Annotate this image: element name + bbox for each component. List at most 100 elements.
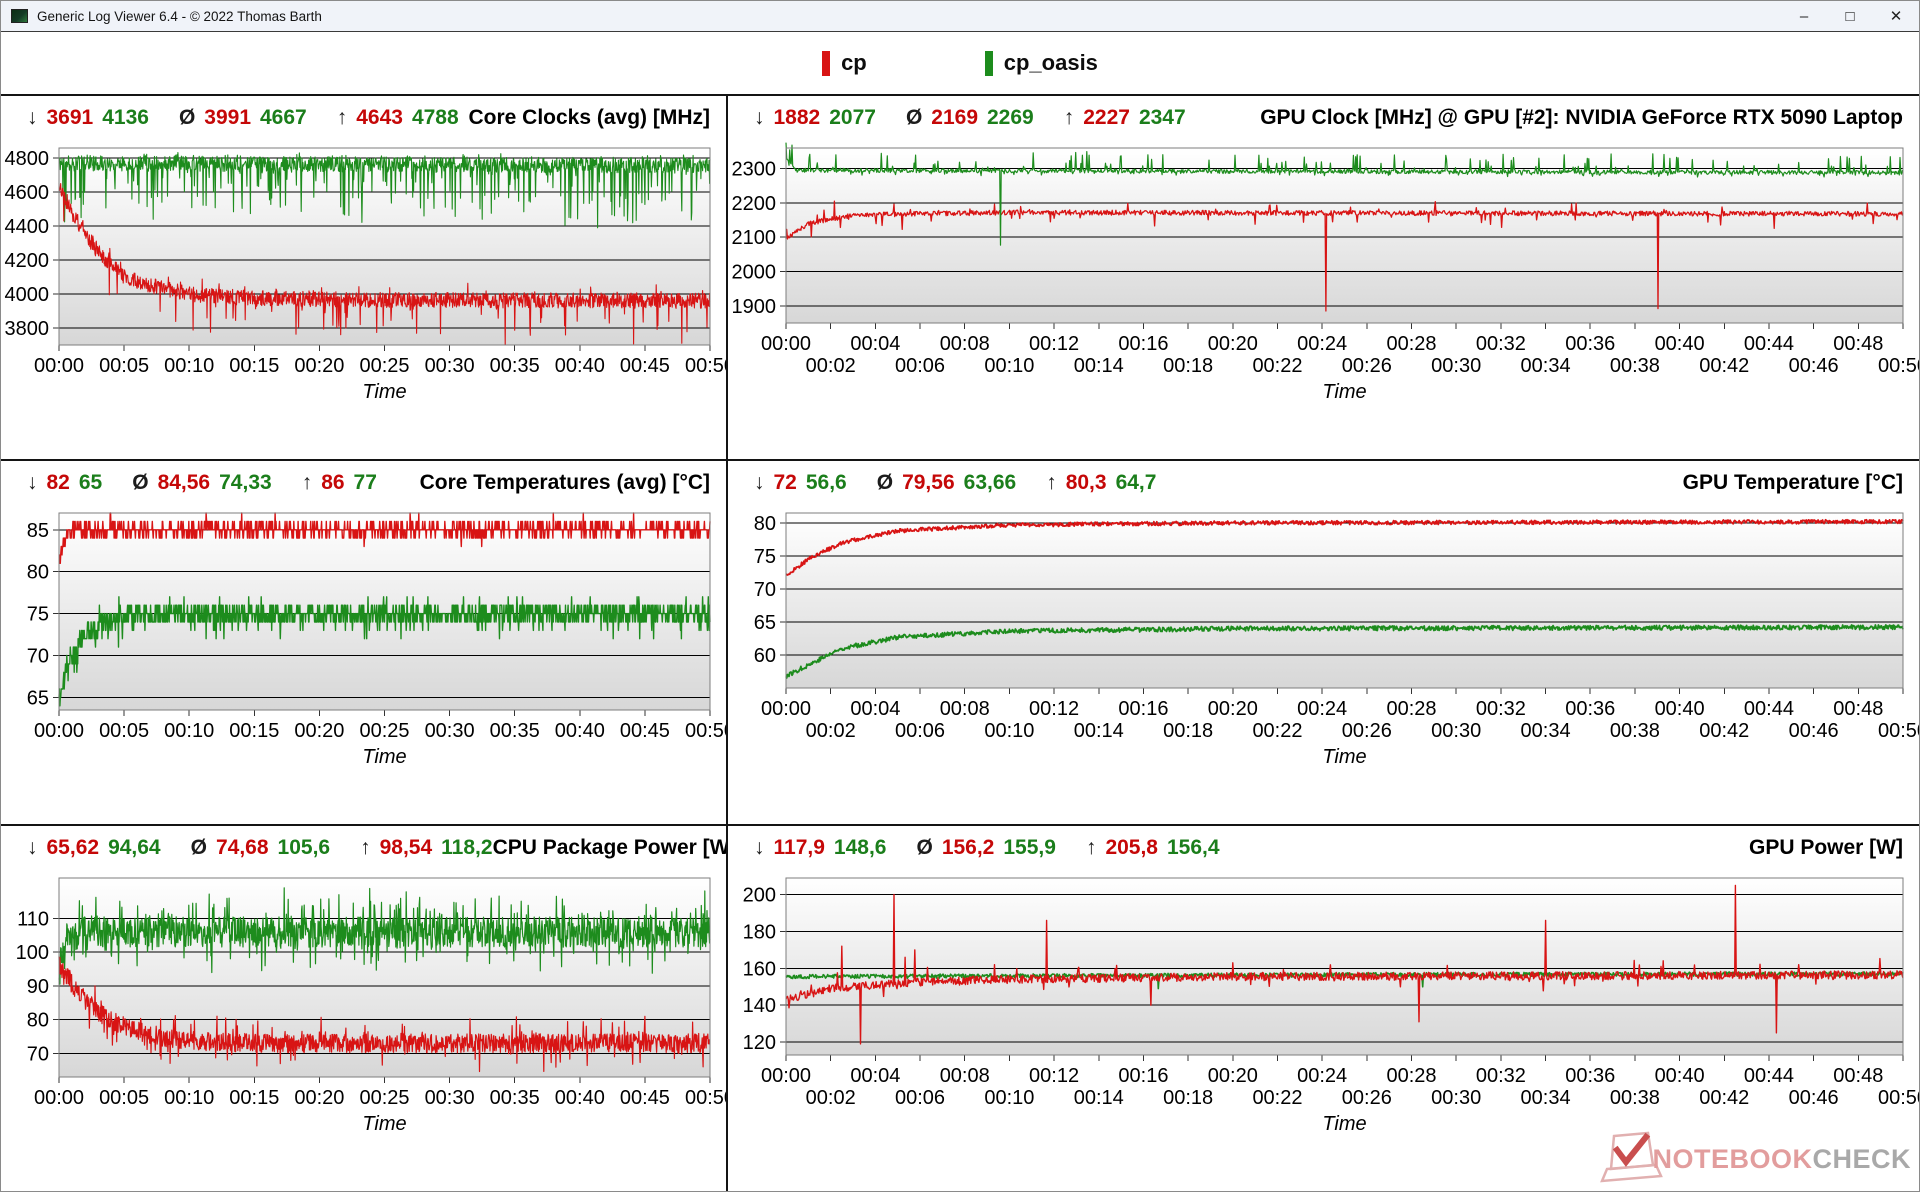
stat-max: ↑98,54118,2 — [360, 836, 492, 860]
y-tick-label: 2100 — [732, 227, 777, 249]
y-tick-label: 4400 — [5, 216, 50, 238]
legend-item-cp-oasis[interactable]: cp_oasis — [985, 50, 1098, 76]
x-tick-label: 00:42 — [1699, 355, 1749, 377]
y-tick-label: 70 — [27, 1043, 49, 1065]
y-tick-label: 2200 — [732, 193, 777, 215]
x-tick-label: 00:38 — [1610, 1087, 1660, 1109]
stat-avg: Ø156,2155,9 — [916, 836, 1055, 860]
avg-icon: Ø — [132, 471, 148, 495]
stat-max: ↑80,364,7 — [1046, 471, 1156, 495]
x-tick-label: 00:10 — [984, 1087, 1034, 1109]
x-tick-label: 00:20 — [294, 1087, 344, 1109]
panel-gpu-power: ↓117,9148,6 Ø156,2155,9 ↑205,8156,4 GPU … — [728, 826, 1919, 1191]
x-axis-title: Time — [362, 381, 406, 403]
x-tick-label: 00:50 — [685, 355, 726, 377]
x-tick-label: 00:06 — [895, 1087, 945, 1109]
x-tick-label: 00:45 — [620, 355, 670, 377]
x-tick-label: 00:10 — [164, 720, 214, 742]
chart-title: Core Temperatures (avg) [°C] — [420, 471, 710, 495]
y-tick-label: 120 — [743, 1032, 776, 1054]
panel-cpu-package-power: ↓65,6294,64 Ø74,68105,6 ↑98,54118,2 CPU … — [1, 826, 728, 1191]
x-axis-title: Time — [362, 1113, 406, 1135]
x-tick-label: 00:30 — [1431, 355, 1481, 377]
chart-stats: ↓117,9148,6 Ø156,2155,9 ↑205,8156,4 — [754, 836, 1220, 860]
x-tick-label: 00:00 — [761, 333, 811, 355]
x-tick-label: 00:10 — [164, 355, 214, 377]
min-arrow-icon: ↓ — [754, 471, 765, 495]
legend-label-cp: cp — [841, 50, 867, 76]
x-tick-label: 00:00 — [761, 1065, 811, 1087]
x-tick-label: 00:28 — [1386, 698, 1436, 720]
y-tick-label: 180 — [743, 921, 776, 943]
legend-item-cp[interactable]: cp — [822, 50, 867, 76]
y-tick-label: 2000 — [732, 262, 777, 284]
x-tick-label: 00:10 — [984, 355, 1034, 377]
panel-gpu-temperature: ↓7256,6 Ø79,5663,66 ↑80,364,7 GPU Temper… — [728, 461, 1919, 826]
core-temperatures-plot[interactable]: 657075808500:0000:0500:1000:1500:2000:25… — [1, 503, 726, 824]
x-tick-label: 00:06 — [895, 720, 945, 742]
x-tick-label: 00:48 — [1833, 1065, 1883, 1087]
x-tick-label: 00:40 — [1655, 333, 1705, 355]
core-clocks-plot[interactable]: 38004000420044004600480000:0000:0500:100… — [1, 138, 726, 459]
max-arrow-icon: ↑ — [302, 471, 313, 495]
x-tick-label: 00:40 — [555, 720, 605, 742]
x-tick-label: 00:36 — [1565, 333, 1615, 355]
chart-grid: ↓36914136 Ø39914667 ↑46434788 Core Clock… — [1, 96, 1919, 1191]
x-tick-label: 00:30 — [1431, 720, 1481, 742]
min-arrow-icon: ↓ — [754, 836, 765, 860]
gpu-power-plot[interactable]: 12014016018020000:0000:0200:0400:0600:08… — [728, 868, 1919, 1191]
y-tick-label: 70 — [27, 646, 49, 668]
x-axis-title: Time — [1322, 1113, 1366, 1135]
x-tick-label: 00:40 — [555, 355, 605, 377]
x-tick-label: 00:48 — [1833, 333, 1883, 355]
x-tick-label: 00:08 — [940, 698, 990, 720]
min-arrow-icon: ↓ — [27, 471, 38, 495]
y-tick-label: 60 — [754, 645, 776, 667]
y-tick-label: 4200 — [5, 250, 50, 272]
y-tick-label: 90 — [27, 976, 49, 998]
x-tick-label: 00:15 — [229, 1087, 279, 1109]
minimize-icon: – — [1800, 8, 1808, 25]
x-tick-label: 00:18 — [1163, 355, 1213, 377]
x-tick-label: 00:40 — [1655, 698, 1705, 720]
minimize-button[interactable]: – — [1781, 1, 1827, 31]
x-tick-label: 00:30 — [425, 1087, 475, 1109]
max-arrow-icon: ↑ — [360, 836, 371, 860]
x-tick-label: 00:38 — [1610, 720, 1660, 742]
x-tick-label: 00:25 — [359, 1087, 409, 1109]
stat-avg: Ø74,68105,6 — [191, 836, 330, 860]
x-tick-label: 00:15 — [229, 355, 279, 377]
x-tick-label: 00:04 — [850, 698, 900, 720]
app-icon — [11, 9, 28, 23]
x-tick-label: 00:35 — [490, 1087, 540, 1109]
stat-min: ↓117,9148,6 — [754, 836, 886, 860]
stat-max: ↑46434788 — [337, 106, 459, 130]
x-tick-label: 00:50 — [685, 720, 726, 742]
gpu-clock-plot[interactable]: 1900200021002200230000:0000:0200:0400:06… — [728, 138, 1919, 459]
x-tick-label: 00:26 — [1342, 355, 1392, 377]
x-tick-label: 00:46 — [1789, 720, 1839, 742]
avg-icon: Ø — [191, 836, 207, 860]
x-tick-label: 00:44 — [1744, 698, 1794, 720]
x-tick-label: 00:50 — [1878, 720, 1919, 742]
x-tick-label: 00:25 — [359, 355, 409, 377]
y-tick-label: 140 — [743, 995, 776, 1017]
stat-min: ↓8265 — [27, 471, 102, 495]
gpu-temperature-plot[interactable]: 606570758000:0000:0200:0400:0600:0800:10… — [728, 503, 1919, 824]
stat-max: ↑22272347 — [1064, 106, 1186, 130]
x-tick-label: 00:24 — [1297, 698, 1347, 720]
chart-title: Core Clocks (avg) [MHz] — [468, 106, 710, 130]
x-tick-label: 00:02 — [806, 355, 856, 377]
close-button[interactable]: ✕ — [1873, 1, 1919, 31]
x-tick-label: 00:14 — [1074, 720, 1124, 742]
maximize-button[interactable]: □ — [1827, 1, 1873, 31]
cpu-package-power-plot[interactable]: 70809010011000:0000:0500:1000:1500:2000:… — [1, 868, 726, 1191]
y-tick-label: 70 — [754, 579, 776, 601]
chart-stats: ↓65,6294,64 Ø74,68105,6 ↑98,54118,2 — [27, 836, 493, 860]
chart-title: GPU Temperature [°C] — [1683, 471, 1903, 495]
y-tick-label: 80 — [27, 562, 49, 584]
chart-stats: ↓7256,6 Ø79,5663,66 ↑80,364,7 — [754, 471, 1156, 495]
y-tick-label: 65 — [754, 612, 776, 634]
min-arrow-icon: ↓ — [27, 836, 38, 860]
legend-swatch-cp-oasis — [985, 51, 993, 76]
